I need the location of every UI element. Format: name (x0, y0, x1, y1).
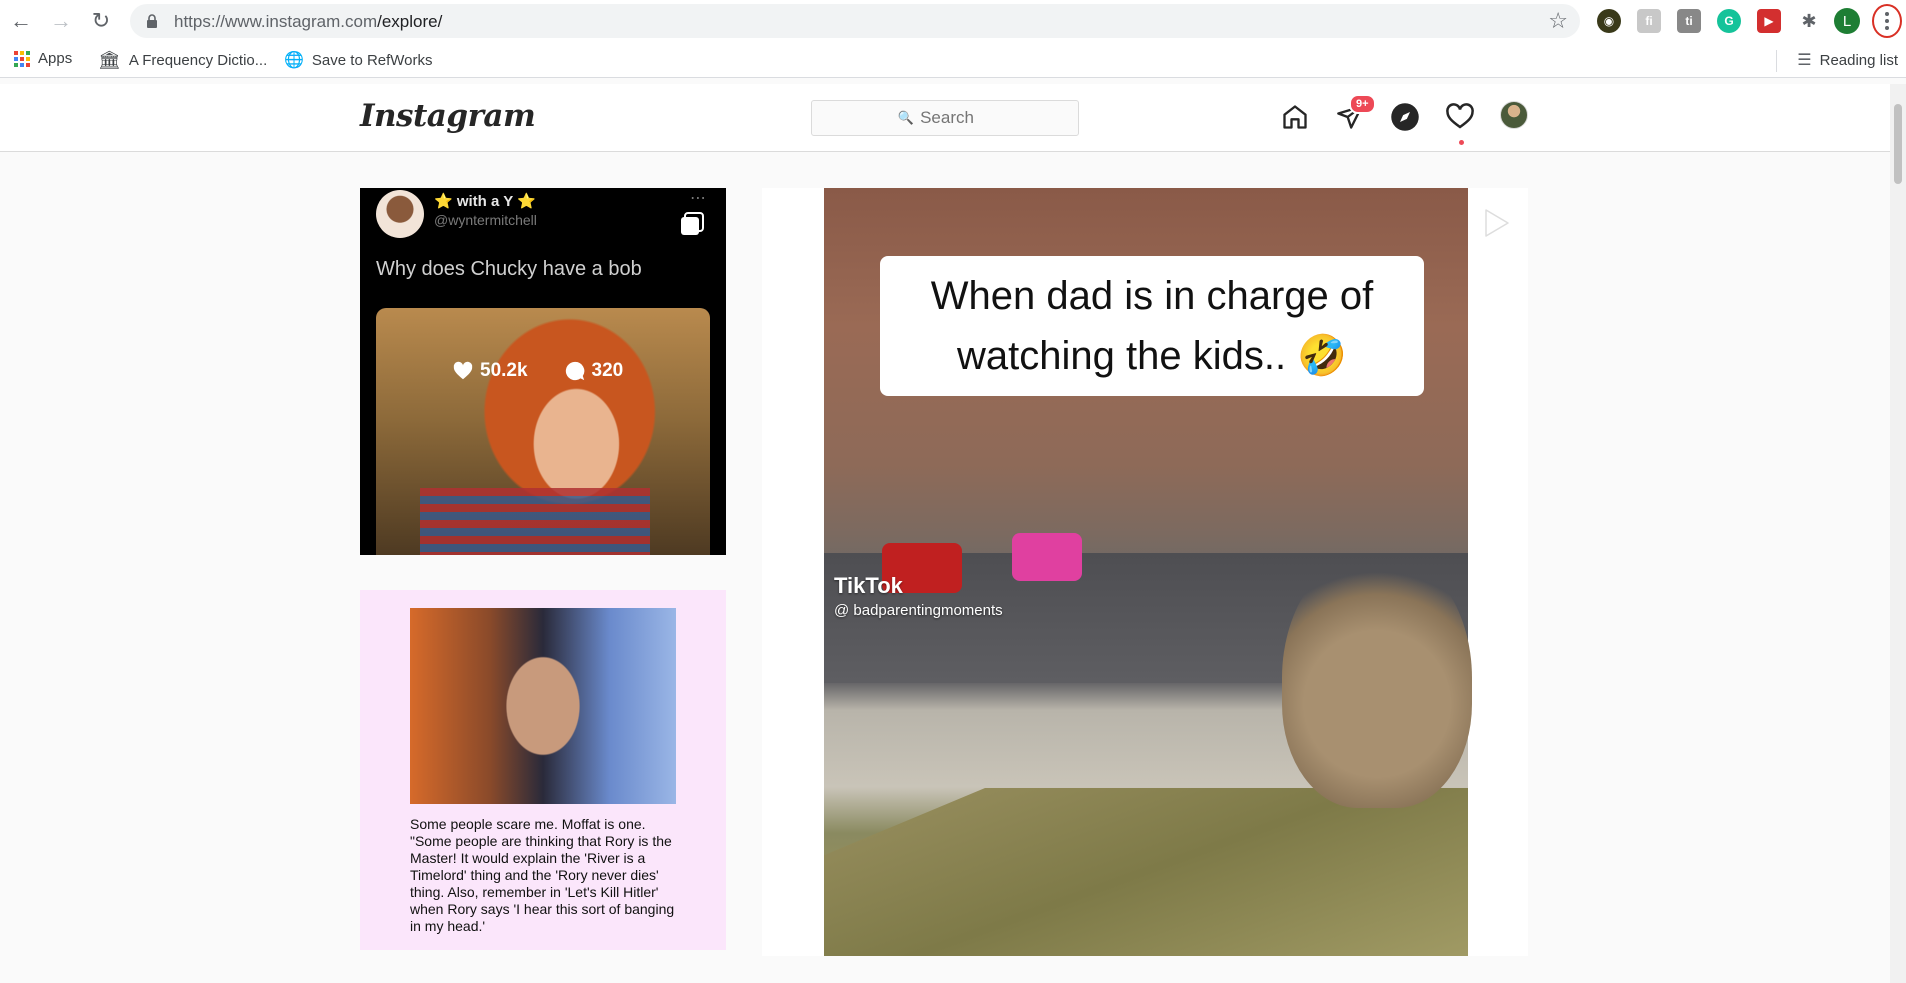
bush-scene (1282, 548, 1472, 808)
video-play-icon (1485, 209, 1509, 237)
instagram-logo[interactable]: Instagram (360, 98, 536, 134)
library-icon: 🏛 (98, 50, 121, 70)
bookmarks-bar: Apps 🏛 A Frequency Dictio... 🌐 Save to R… (0, 42, 1906, 78)
bookmarks-divider (1776, 50, 1777, 72)
more-options-icon: ⋯ (690, 190, 706, 207)
bookmark-refworks[interactable]: 🌐 Save to RefWorks (284, 50, 433, 70)
extension-2-icon[interactable]: fi (1637, 9, 1661, 33)
tweet-author-avatar (376, 190, 424, 238)
meme-text: Some people scare me. Moffat is one. "So… (410, 816, 675, 934)
messages-badge: 9+ (1349, 94, 1376, 114)
carousel-icon (681, 212, 704, 235)
page-scrollbar[interactable] (1890, 84, 1906, 983)
bookmark-label: A Frequency Dictio... (128, 52, 268, 69)
likes-count: 50.2k (480, 360, 528, 381)
reload-icon[interactable]: ↻ (88, 8, 114, 34)
explore-post-video[interactable]: When dad is in charge of watching the ki… (762, 188, 1528, 956)
scrollbar-thumb[interactable] (1894, 104, 1902, 184)
tiktok-handle: @ badparentingmoments (834, 602, 1003, 619)
bookmark-label: Apps (38, 50, 73, 67)
bookmark-star-icon[interactable]: ☆ (1548, 8, 1568, 34)
reading-list-icon: ☰ (1797, 52, 1812, 69)
home-icon[interactable] (1278, 100, 1312, 134)
bookmark-frequency-dictionary[interactable]: 🏛 A Frequency Dictio... (98, 50, 267, 71)
explore-post-chucky[interactable]: ⭐ with a Y ⭐ @wyntermitchell ⋯ Why does … (360, 188, 726, 555)
search-box[interactable]: 🔍 (811, 100, 1079, 136)
explore-post-rory-meme[interactable]: Some people scare me. Moffat is one. "So… (360, 590, 726, 950)
bookmark-label: Save to RefWorks (311, 51, 433, 69)
forward-arrow-icon[interactable]: → (48, 8, 74, 34)
address-bar[interactable]: https://www.instagram.com/explore/ ☆ (130, 4, 1580, 38)
search-icon: 🔍 (897, 110, 915, 125)
video-caption: When dad is in charge of watching the ki… (880, 256, 1424, 396)
reading-list[interactable]: ☰ Reading list (1797, 50, 1898, 70)
instagram-header: Instagram 🔍 9+ (0, 84, 1890, 152)
globe-icon: 🌐 (284, 52, 304, 69)
activity-heart-icon[interactable] (1443, 100, 1477, 134)
activity-dot (1459, 140, 1464, 145)
puzzle-icon[interactable]: ✱ (1797, 9, 1821, 33)
lock-icon (147, 14, 157, 28)
toy-car-pink (1012, 533, 1082, 581)
bookmark-apps[interactable]: Apps (14, 50, 72, 67)
user-avatar[interactable] (1500, 101, 1528, 129)
reading-list-label: Reading list (1819, 51, 1898, 69)
comment-bubble-icon (565, 361, 584, 381)
browser-toolbar: ← → ↻ https://www.instagram.com/explore/… (0, 0, 1906, 42)
tweet-author-name: ⭐ with a Y ⭐ (434, 193, 536, 210)
tweet-author-handle: @wyntermitchell (434, 212, 537, 228)
comments-count: 320 (591, 360, 624, 381)
search-input[interactable] (920, 108, 993, 128)
explore-compass-icon[interactable] (1388, 100, 1422, 134)
grammarly-icon[interactable]: G (1717, 9, 1741, 33)
tiktok-watermark: TikTok (834, 573, 903, 598)
chrome-menu-icon[interactable] (1872, 4, 1902, 38)
like-heart-icon (453, 361, 473, 380)
extension-3-icon[interactable]: ti (1677, 9, 1701, 33)
apps-grid-icon (14, 50, 30, 67)
striped-shirt (420, 488, 650, 555)
profile-avatar[interactable]: L (1834, 8, 1860, 34)
post-stats-overlay: 50.2k 320 (452, 360, 623, 382)
url-text: https://www.instagram.com/explore/ (174, 12, 443, 31)
man-portrait-photo (410, 608, 676, 804)
tweet-text: Why does Chucky have a bob (376, 258, 642, 280)
extension-1-icon[interactable]: ◉ (1597, 9, 1621, 33)
back-arrow-icon[interactable]: ← (8, 8, 34, 34)
extension-red-icon[interactable]: ▶ (1757, 9, 1781, 33)
